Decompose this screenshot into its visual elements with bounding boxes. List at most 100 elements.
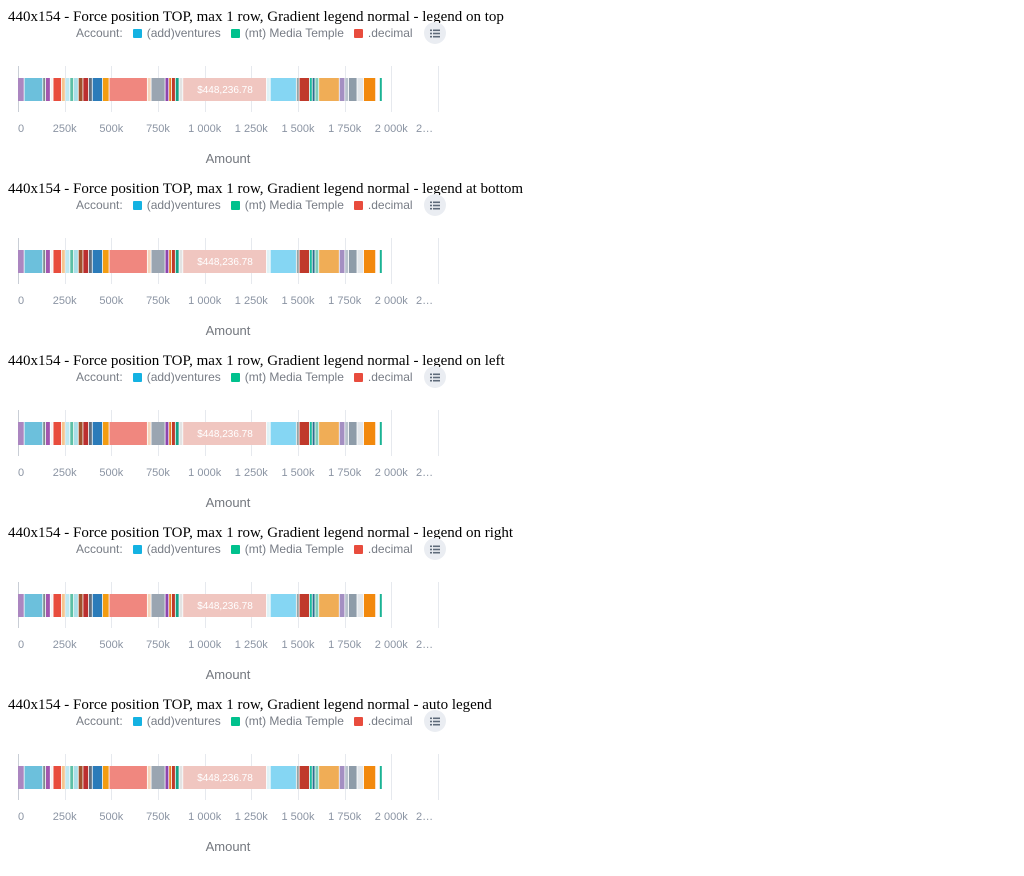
bar-segment (376, 766, 379, 789)
x-tick-label: 2… (416, 123, 433, 135)
legend-item-label: (mt) Media Temple (244, 370, 344, 384)
bar-segment (309, 594, 312, 617)
legend-toggle-button[interactable] (423, 366, 446, 388)
chart-section: 440x154 - Force position TOP, max 1 row,… (0, 344, 1024, 516)
chart-legend: Account: (add)ventures (mt) Media Temple .d… (76, 194, 446, 216)
bar-segment (147, 766, 151, 789)
x-tick-label: 2… (416, 467, 433, 479)
bar-segment (78, 78, 83, 101)
legend-item-label: (mt) Media Temple (244, 542, 344, 556)
x-tick-label: 1 750k (328, 123, 362, 135)
legend-toggle-button[interactable] (423, 538, 446, 560)
bar-segment (46, 78, 50, 101)
bar-segment (296, 766, 299, 789)
bar-segment (312, 766, 315, 789)
legend-item[interactable]: (add)ventures (132, 26, 221, 40)
bar-segment (74, 250, 78, 273)
legend-item-label: (mt) Media Temple (244, 198, 344, 212)
legend-toggle-button[interactable] (423, 22, 446, 44)
x-tick-label: 250k (53, 123, 77, 135)
legend-item-label: .decimal (367, 542, 413, 556)
legend-item-label: .decimal (367, 26, 413, 40)
legend-item[interactable]: (mt) Media Temple (230, 542, 344, 556)
x-tick-label: 750k (146, 123, 170, 135)
bar-segment (92, 766, 103, 789)
legend-item[interactable]: (mt) Media Temple (230, 714, 344, 728)
legend-swatch (230, 716, 240, 726)
bar-segment (319, 78, 339, 101)
bar-segment (151, 78, 165, 101)
bar-segment (70, 78, 74, 101)
bar-segment (266, 422, 270, 445)
bar-segment (151, 766, 165, 789)
bar-segment (88, 78, 92, 101)
bar-segment (78, 250, 83, 273)
bar-segment (363, 422, 376, 445)
legend-item[interactable]: (add)ventures (132, 198, 221, 212)
bar-segment (175, 422, 179, 445)
bar-segment (339, 78, 345, 101)
bar-segment (357, 78, 364, 101)
legend-item-label: .decimal (367, 198, 413, 212)
x-tick-label: 0 (18, 811, 24, 823)
legend-item[interactable]: .decimal (353, 542, 413, 556)
bar-segment (266, 250, 270, 273)
bar-value-label: $448,236.78 (197, 773, 253, 784)
legend-item[interactable]: .decimal (353, 198, 413, 212)
bar-segment (270, 766, 296, 789)
bar-segment (109, 766, 147, 789)
legend-item[interactable]: .decimal (353, 370, 413, 384)
bar-segment (169, 78, 172, 101)
bar-segment (61, 594, 65, 617)
bar-segment (24, 594, 43, 617)
bar-segment (50, 594, 53, 617)
x-tick-label: 1 750k (328, 811, 362, 823)
x-tick-label: 1 500k (281, 123, 315, 135)
bar-segment (339, 594, 345, 617)
x-tick-label: 500k (99, 639, 123, 651)
bar-segment (65, 250, 70, 273)
bar-segment (363, 78, 376, 101)
bar-segment (109, 422, 147, 445)
bar-segment (92, 250, 103, 273)
legend-title: Account: (76, 370, 123, 384)
stacked-bar-chart: $448,236.78 0 250k 500k 750k 1 000k 1 250k 1 50… (18, 754, 439, 854)
legend-item[interactable]: (mt) Media Temple (230, 198, 344, 212)
bar-segment (345, 766, 349, 789)
bar-segment (109, 250, 147, 273)
bar-segment (78, 422, 83, 445)
x-tick-label: 750k (146, 811, 170, 823)
legend-item[interactable]: (add)ventures (132, 542, 221, 556)
bar-segment (92, 422, 103, 445)
legend-toggle-button[interactable] (423, 710, 446, 732)
bar-segment (309, 422, 312, 445)
legend-item[interactable]: .decimal (353, 26, 413, 40)
legend-item[interactable]: .decimal (353, 714, 413, 728)
bar-segment (109, 78, 147, 101)
bar-segment (78, 766, 83, 789)
x-tick-label: 1 500k (281, 811, 315, 823)
bar-segment (147, 78, 151, 101)
legend-swatch (353, 372, 363, 382)
legend-item-label: (add)ventures (146, 542, 221, 556)
legend-toggle-button[interactable] (423, 194, 446, 216)
legend-item[interactable]: (mt) Media Temple (230, 370, 344, 384)
legend-item[interactable]: (add)ventures (132, 370, 221, 384)
bar-segment (266, 766, 270, 789)
bar-segment (109, 594, 147, 617)
bar-segment (179, 422, 183, 445)
bar-segment (165, 422, 169, 445)
bar-segment (319, 594, 339, 617)
legend-item-label: .decimal (367, 714, 413, 728)
bar-segment (70, 250, 74, 273)
bar-segment (88, 766, 92, 789)
legend-item[interactable]: (mt) Media Temple (230, 26, 344, 40)
legend-item[interactable]: (add)ventures (132, 714, 221, 728)
x-tick-label: 1 500k (281, 295, 315, 307)
bar-segment (83, 422, 89, 445)
bar-segment (357, 766, 364, 789)
bar-segment (299, 78, 310, 101)
bar-segment (299, 766, 310, 789)
bar-value-label: $448,236.78 (197, 85, 253, 96)
bar-segment (50, 422, 53, 445)
